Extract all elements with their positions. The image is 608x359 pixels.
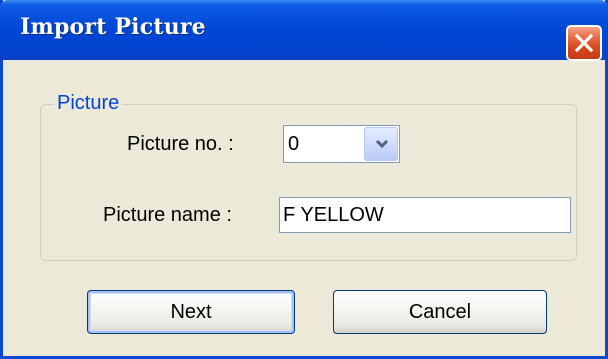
next-button[interactable]: Next <box>87 290 295 334</box>
picture-name-label: Picture name : <box>103 204 232 226</box>
window-title: Import Picture <box>20 14 206 40</box>
picture-name-input[interactable] <box>280 198 570 232</box>
group-legend: Picture <box>53 91 124 115</box>
picture-no-label: Picture no. : <box>127 133 234 155</box>
close-x-icon <box>574 33 594 53</box>
title-bar[interactable]: Import Picture <box>0 0 608 61</box>
picture-name-field[interactable] <box>279 197 571 233</box>
chevron-down-icon <box>375 139 389 149</box>
picture-no-value: 0 <box>288 133 300 155</box>
cancel-button[interactable]: Cancel <box>333 290 547 334</box>
picture-no-dropdown[interactable]: 0 <box>283 125 400 163</box>
dropdown-arrow-button[interactable] <box>364 127 398 161</box>
close-button[interactable] <box>566 25 602 61</box>
import-picture-dialog: Import Picture Picture Picture no. : 0 P… <box>0 0 608 359</box>
